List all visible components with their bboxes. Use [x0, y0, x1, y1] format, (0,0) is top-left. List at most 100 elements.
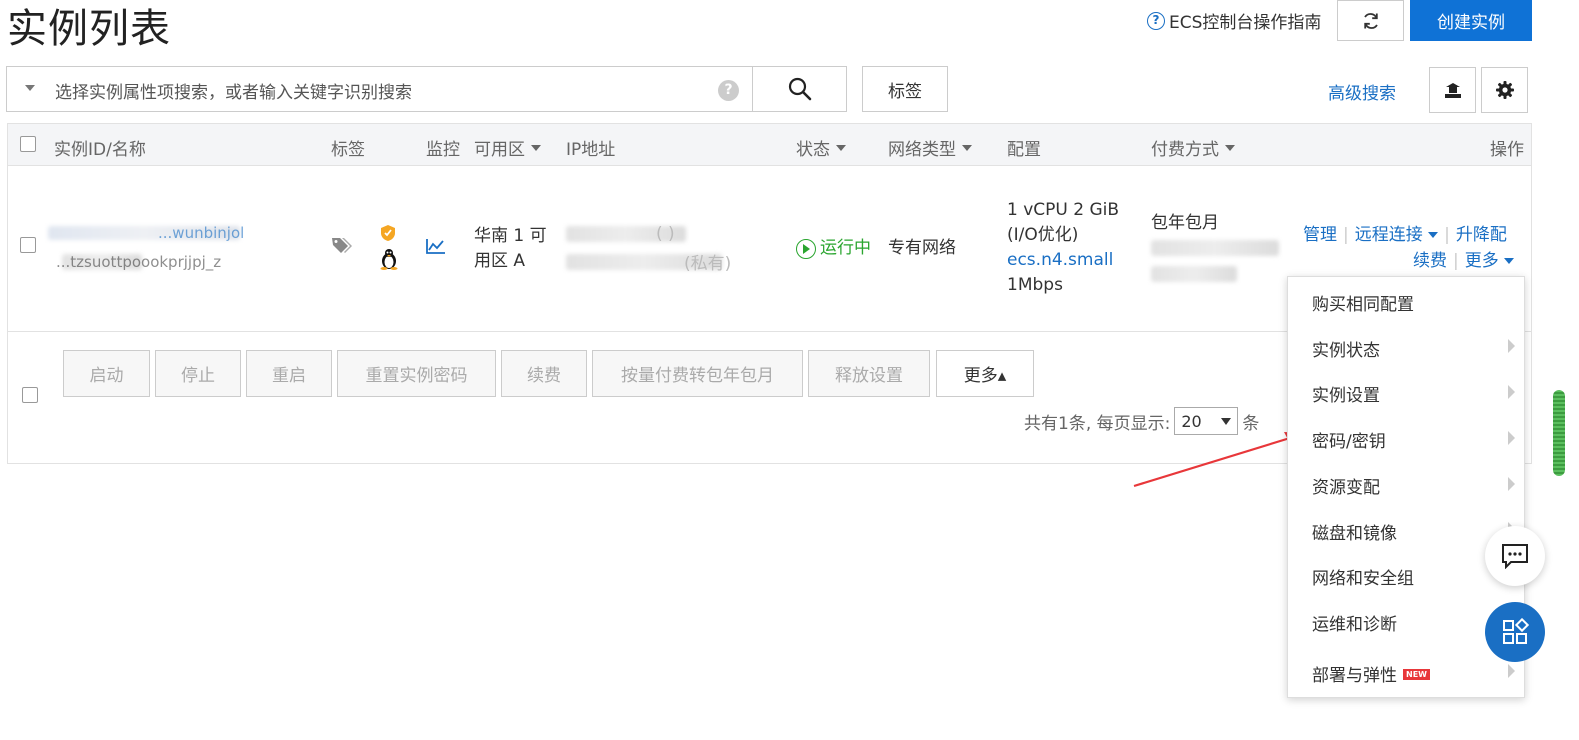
remote-connect-link[interactable]: 远程连接 [1354, 223, 1439, 248]
col-tags: 标签 [331, 140, 365, 160]
stop-button[interactable]: 停止 [155, 350, 241, 397]
instance-name: ...tzsuottpoookprjjpj_z [56, 253, 222, 271]
more-actions-link[interactable]: 更多 [1464, 249, 1515, 274]
col-status-label: 状态 [796, 140, 830, 160]
chevron-down-icon [1428, 232, 1439, 238]
menu-item-instance-settings[interactable]: 实例设置 [1312, 381, 1380, 406]
help-icon: ? [1147, 11, 1165, 30]
chevron-down-icon [836, 144, 846, 151]
refresh-button[interactable] [1337, 0, 1404, 41]
running-icon [796, 238, 816, 259]
config-cpu-mem: 1 vCPU 2 GiB [1007, 200, 1120, 220]
row-checkbox[interactable] [20, 237, 36, 253]
status-label: 运行中 [820, 238, 871, 258]
start-button[interactable]: 启动 [63, 350, 150, 397]
renew-button[interactable]: 续费 [501, 350, 587, 397]
menu-item-instance-status[interactable]: 实例状态 [1312, 336, 1380, 361]
chevron-right-icon [1508, 339, 1515, 353]
monitor-chart-icon[interactable] [426, 238, 446, 254]
menu-item-network-security[interactable]: 网络和安全组 [1312, 564, 1414, 589]
menu-item-deploy-elastic[interactable]: 部署与弹性 NEW [1312, 661, 1430, 686]
advanced-search-link[interactable]: 高级搜索 [1328, 79, 1396, 104]
linux-icon [380, 249, 398, 270]
menu-item-ops-diagnosis[interactable]: 运维和诊断 [1312, 610, 1397, 635]
col-zone-filter[interactable]: 可用区 [474, 135, 541, 160]
chevron-right-icon [1508, 477, 1515, 491]
create-instance-button[interactable]: 创建实例 [1410, 0, 1532, 41]
config-bandwidth: 1Mbps [1007, 275, 1063, 295]
ecs-guide-link[interactable]: ? ECS控制台操作指南 [1147, 8, 1321, 33]
chevron-down-icon [1225, 144, 1235, 151]
chevron-down-icon [1504, 258, 1515, 264]
chevron-right-icon [1508, 385, 1515, 399]
release-settings-button[interactable]: 释放设置 [808, 350, 930, 397]
col-network-label: 网络类型 [888, 140, 956, 160]
divider: | [1453, 251, 1459, 271]
menu-item-resource-change[interactable]: 资源变配 [1312, 473, 1380, 498]
col-status-filter[interactable]: 状态 [796, 135, 846, 160]
security-shield-icon [381, 225, 395, 241]
select-all-checkbox[interactable] [20, 136, 36, 152]
scrollbar-thumb[interactable] [1553, 390, 1565, 476]
renew-link[interactable]: 续费 [1413, 249, 1447, 274]
search-button[interactable] [752, 66, 847, 112]
col-network-filter[interactable]: 网络类型 [888, 135, 972, 160]
gear-icon [1495, 81, 1514, 99]
apps-button[interactable] [1485, 602, 1545, 662]
menu-item-password-key[interactable]: 密码/密钥 [1312, 427, 1386, 452]
private-ip-suffix: (私有) [684, 254, 732, 274]
menu-item-buy-same[interactable]: 购买相同配置 [1312, 290, 1414, 315]
instance-id-link[interactable]: ...wunbinjol [158, 221, 244, 246]
col-instance-id: 实例ID/名称 [54, 140, 146, 160]
search-input[interactable]: 选择实例属性项搜索，或者输入关键字识别搜索 ? [6, 66, 754, 112]
config-io: (I/O优化) [1007, 225, 1079, 245]
col-config: 配置 [1007, 140, 1041, 160]
zone-line2: 用区 A [474, 251, 526, 271]
convert-billing-button[interactable]: 按量付费转包年包月 [592, 350, 803, 397]
row-actions-line2: 续费 | 更多 [1413, 249, 1515, 274]
chevron-down-icon [531, 144, 541, 151]
col-actions: 操作 [1490, 140, 1524, 160]
divider: | [1444, 225, 1450, 245]
restart-button[interactable]: 重启 [246, 350, 332, 397]
menu-item-deploy-elastic-label: 部署与弹性 [1312, 666, 1397, 686]
search-placeholder: 选择实例属性项搜索，或者输入关键字识别搜索 [55, 83, 412, 103]
tag-icon[interactable] [331, 236, 353, 256]
apps-grid-icon [1503, 618, 1529, 644]
tags-filter-button[interactable]: 标签 [862, 66, 948, 112]
col-billing-filter[interactable]: 付费方式 [1151, 135, 1235, 160]
col-ip: IP地址 [566, 140, 616, 160]
col-billing-label: 付费方式 [1151, 140, 1219, 160]
row-actions-line1: 管理 | 远程连接 | 升降配 [1303, 223, 1507, 248]
batch-more-button[interactable]: 更多▴ [936, 350, 1034, 397]
config-instance-type-link[interactable]: ecs.n4.small [1007, 248, 1113, 273]
remote-connect-label: 远程连接 [1354, 225, 1423, 245]
chevron-right-icon [1508, 664, 1515, 678]
export-icon [1444, 83, 1461, 98]
menu-item-disk-image[interactable]: 磁盘和镜像 [1312, 519, 1397, 544]
billing-type: 包年包月 [1151, 213, 1219, 233]
guide-link-label: ECS控制台操作指南 [1169, 13, 1322, 33]
search-icon [788, 77, 811, 101]
manage-link[interactable]: 管理 [1303, 223, 1337, 248]
network-type: 专有网络 [888, 238, 956, 258]
search-help-icon[interactable]: ? [718, 80, 739, 101]
col-monitor: 监控 [426, 140, 460, 160]
upgrade-link[interactable]: 升降配 [1456, 223, 1507, 248]
batch-select-checkbox[interactable] [22, 387, 38, 403]
more-actions-label: 更多 [1464, 251, 1499, 271]
chat-icon [1502, 544, 1528, 569]
annotation-arrow [1133, 432, 1306, 488]
table-header: 实例ID/名称 标签 监控 可用区 IP地址 状态 网络类型 配置 付费方式 操… [8, 124, 1531, 166]
chevron-down-icon[interactable] [25, 85, 35, 91]
chat-button[interactable] [1485, 526, 1545, 586]
col-zone-label: 可用区 [474, 140, 525, 160]
export-button[interactable] [1429, 67, 1476, 113]
redacted-expiry-date [1151, 240, 1279, 256]
reset-password-button[interactable]: 重置实例密码 [337, 350, 496, 397]
chevron-right-icon [1508, 431, 1515, 445]
redacted-expiry-time [1151, 266, 1237, 282]
table-settings-button[interactable] [1481, 67, 1528, 113]
new-badge: NEW [1403, 669, 1430, 680]
chevron-down-icon [1221, 417, 1232, 425]
